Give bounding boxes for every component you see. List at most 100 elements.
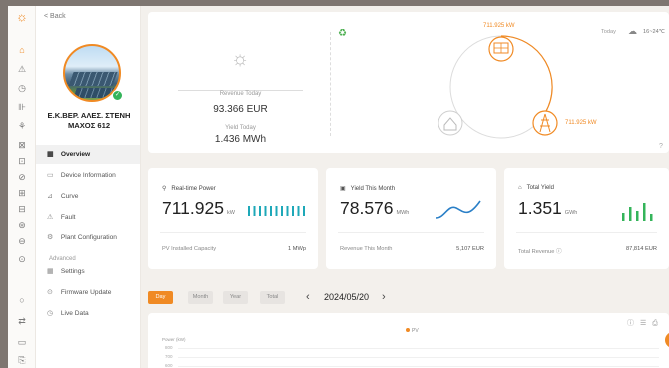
battery-icon[interactable]: ⊟: [12, 202, 32, 216]
tab-day[interactable]: Day: [148, 291, 173, 304]
user-icon[interactable]: ○: [12, 293, 32, 307]
calendar-icon: ▣: [340, 186, 346, 192]
menu-item-plant-configuration[interactable]: ⚙ Plant Configuration: [36, 228, 140, 247]
menu-item-device-information[interactable]: ▭ Device Information: [36, 166, 140, 185]
kpi-card-realtime-power: ⚲ Real-time Power 711.925 kW PV Installed …: [148, 168, 318, 269]
grid-line: [178, 348, 659, 349]
kpi-footer-label: Total Revenue ⓘ: [518, 249, 562, 255]
kpi-unit: kW: [226, 210, 235, 216]
legend-dot: [406, 328, 410, 332]
sparkline-bar: [650, 214, 653, 221]
kpi-unit: MWh: [396, 210, 410, 216]
kpi-card-total-yield: ⌂ Total Yield 1.351 GWh Total Revenue ⓘ 87…: [504, 168, 669, 269]
sparkline-line: [435, 200, 481, 219]
temperature: 16~24℃: [643, 29, 665, 35]
switch-icon[interactable]: ⇄: [12, 314, 32, 328]
menu-item-label: Curve: [60, 193, 79, 200]
menu-item-label: Settings: [60, 268, 85, 275]
next-date-button[interactable]: ›: [382, 291, 386, 303]
menu-item-overview[interactable]: ▦ Overview: [36, 145, 140, 164]
settings-icon[interactable]: ⊙: [12, 252, 32, 266]
sparkline-bar: [270, 206, 272, 216]
logo-icon: ☼: [16, 9, 28, 24]
screen-icon[interactable]: ▭: [12, 335, 32, 349]
y-tick-label: 700: [165, 354, 173, 359]
plant-icon[interactable]: ⚘: [12, 119, 32, 133]
firmware-icon: ⊙: [47, 289, 53, 296]
sparkline-bar: [281, 206, 283, 216]
device-icon[interactable]: ⊠: [12, 138, 32, 152]
y-tick-label: 600: [165, 363, 173, 368]
menu-item-settings[interactable]: ▦ Settings: [36, 262, 140, 281]
tab-total[interactable]: Total: [260, 291, 285, 304]
chart-icon[interactable]: ⊪: [12, 100, 32, 114]
sparkline-bar: [303, 206, 305, 216]
site-name: Ε.Κ.ΒΕΡ. ΑΛΕΣ. ΣΤΕΝΗ ΜΑΧΟΣ 612: [47, 111, 131, 130]
weather-date: Today: [601, 29, 616, 35]
meter-icon[interactable]: ⊘: [12, 170, 32, 184]
selected-date[interactable]: 2024/05/20: [324, 292, 369, 302]
live-data-icon: ◷: [47, 310, 54, 317]
clock-icon[interactable]: ◷: [12, 81, 32, 95]
sparkline-bars: [248, 206, 305, 216]
menu-item-fault[interactable]: ⚠ Fault: [36, 208, 140, 227]
tab-month[interactable]: Month: [188, 291, 213, 304]
fault-icon: ⚠: [47, 214, 54, 221]
logout-icon[interactable]: ⎘: [12, 353, 32, 367]
y-tick-label: 800: [165, 345, 173, 350]
grid-line: [178, 357, 659, 358]
pv-power-label: 711.925 kW: [483, 23, 515, 29]
chart-legend[interactable]: PV: [406, 328, 419, 334]
menu-item-label: Device Information: [60, 172, 116, 179]
cloud-icon: ☁: [628, 26, 637, 36]
kpi-value: 78.576 MWh: [340, 198, 409, 219]
kpi-card-yield-month: ▣ Yield This Month 78.576 MWh Revenue This…: [326, 168, 496, 269]
kpi-footer-value: 1 MWp: [287, 246, 306, 252]
home-node[interactable]: [438, 110, 463, 136]
alarm-icon[interactable]: ⚠: [12, 62, 32, 76]
kpi-title-text: Yield This Month: [350, 186, 396, 192]
divider: [516, 232, 657, 233]
export-icon[interactable]: ⎙: [652, 320, 664, 327]
yield-today-label: Yield Today: [225, 125, 256, 131]
power-bars-sparkline: [248, 206, 305, 216]
yield-today-value: 1.436 MWh: [214, 134, 267, 145]
eco-icon: ♻: [338, 28, 347, 39]
location-icon[interactable]: ⊖: [12, 234, 32, 248]
home-icon[interactable]: ⌂: [12, 43, 32, 57]
kpi-title: ⌂ Total Yield: [518, 185, 554, 191]
energy-flow-diagram: [438, 35, 558, 139]
menu-item-label: Live Data: [60, 310, 89, 317]
sparkline-bar: [259, 206, 261, 216]
settings-icon: ▦: [47, 268, 54, 275]
info-icon[interactable]: ⓘ: [627, 320, 640, 327]
back-link[interactable]: < Back: [44, 13, 66, 20]
prev-date-button[interactable]: ‹: [306, 291, 310, 303]
revenue-today-value: 93.366 EUR: [213, 104, 268, 115]
menu-item-curve[interactable]: ⊿ Curve: [36, 187, 140, 206]
weather-icon[interactable]: ⊛: [12, 218, 32, 232]
grid-icon[interactable]: ⊞: [12, 186, 32, 200]
menu-item-label: Firmware Update: [60, 289, 112, 296]
kpi-value: 1.351 GWh: [518, 198, 577, 219]
inverter-icon[interactable]: ⊡: [12, 154, 32, 168]
list-icon[interactable]: ☰: [640, 320, 652, 327]
app-frame: ☼ ⌂ ⚠ ◷ ⊪ ⚘ ⊠ ⊡ ⊘ ⊞ ⊟ ⊛ ⊖ ⊙ ○ ⇄ ▭ ⎘ < Ba…: [8, 6, 669, 368]
menu-item-live-data[interactable]: ◷ Live Data: [36, 304, 140, 323]
divider: [330, 32, 331, 136]
config-icon: ⚙: [47, 234, 54, 241]
icon-rail: ☼ ⌂ ⚠ ◷ ⊪ ⚘ ⊠ ⊡ ⊘ ⊞ ⊟ ⊛ ⊖ ⊙ ○ ⇄ ▭ ⎘: [8, 6, 36, 368]
sparkline-bar: [292, 206, 294, 216]
sparkline-bar: [253, 206, 256, 216]
sparkline-bar: [297, 206, 300, 216]
grid-power-label: 711.925 kW: [565, 120, 597, 126]
menu-item-label: Overview: [60, 151, 91, 158]
curve-icon: ⊿: [47, 193, 53, 200]
yield-wave-sparkline: [435, 200, 481, 219]
menu-item-firmware-update[interactable]: ⊙ Firmware Update: [36, 283, 140, 302]
help-icon[interactable]: ?: [659, 143, 663, 150]
kpi-title-text: Total Yield: [526, 185, 554, 191]
kpi-value-number: 1.351: [518, 198, 562, 218]
tab-year[interactable]: Year: [223, 291, 248, 304]
grid-line: [178, 366, 659, 367]
